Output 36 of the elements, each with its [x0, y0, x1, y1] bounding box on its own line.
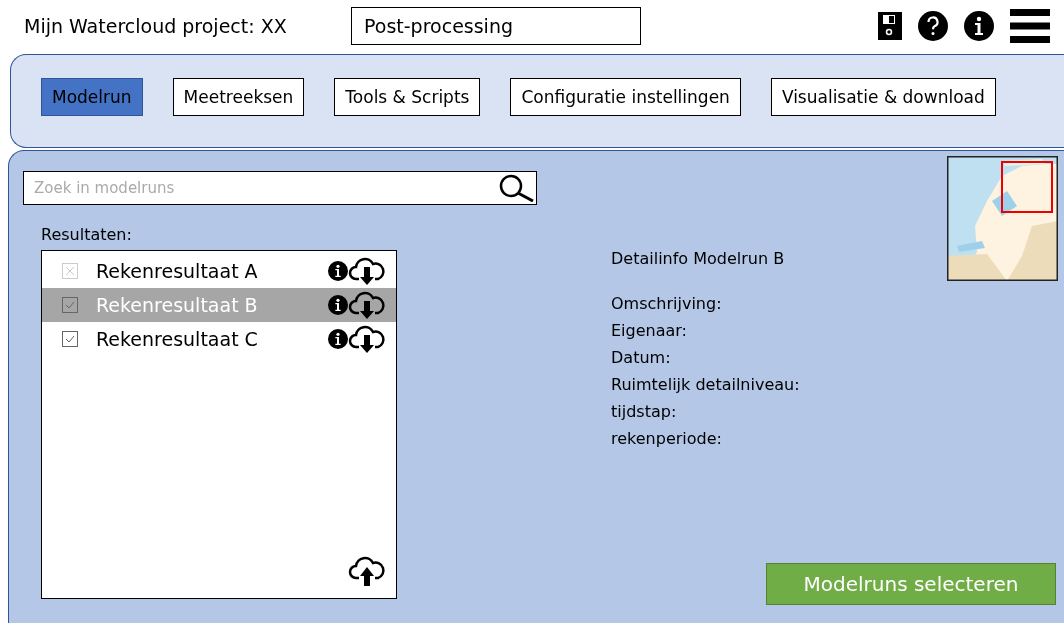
detail-field-label: Datum: — [611, 347, 672, 369]
cloud-download-icon[interactable] — [348, 255, 386, 287]
tab[interactable]: Modelrun — [41, 78, 143, 116]
info-icon[interactable] — [328, 295, 348, 315]
detail-title: Detailinfo Modelrun B — [611, 249, 786, 268]
search-icon[interactable] — [497, 174, 535, 202]
project-title: Mijn Watercloud project: XX — [24, 15, 288, 37]
info-icon[interactable] — [328, 261, 348, 281]
tab[interactable]: Meetreeksen — [172, 78, 305, 116]
result-name: Rekenresultaat C — [96, 328, 259, 350]
result-row[interactable]: Rekenresultaat C — [42, 322, 396, 356]
info-icon[interactable] — [964, 11, 994, 41]
tab[interactable]: Visualisatie & download — [770, 78, 996, 116]
detail-field-label: tijdstap: — [611, 401, 678, 423]
detail-field-label: Omschrijving: — [611, 293, 723, 315]
cloud-download-icon[interactable] — [348, 323, 386, 355]
save-icon[interactable] — [878, 12, 902, 40]
result-name: Rekenresultaat B — [96, 294, 259, 316]
help-icon[interactable] — [918, 11, 948, 41]
tab[interactable]: Tools & Scripts — [334, 78, 481, 116]
checkbox-checked[interactable] — [62, 297, 78, 313]
detail-field-label: Eigenaar: — [611, 320, 688, 342]
tab[interactable]: Configuratie instellingen — [510, 78, 741, 116]
section-field: Post-processing — [351, 7, 641, 45]
result-row[interactable]: Rekenresultaat A — [42, 254, 396, 288]
cloud-upload-icon[interactable] — [348, 554, 386, 586]
result-name: Rekenresultaat A — [96, 260, 259, 282]
info-icon[interactable] — [328, 329, 348, 349]
checkbox-unchecked[interactable] — [62, 263, 78, 279]
detail-field-label: rekenperiode: — [611, 428, 723, 450]
checkbox-checked[interactable] — [62, 331, 78, 347]
detail-field-label: Ruimtelijk detailniveau: — [611, 374, 801, 396]
cloud-download-icon[interactable] — [348, 289, 386, 321]
results-label: Resultaten: — [41, 225, 133, 244]
search-field[interactable]: Zoek in modelruns — [23, 171, 537, 205]
menu-icon[interactable] — [1010, 9, 1050, 43]
